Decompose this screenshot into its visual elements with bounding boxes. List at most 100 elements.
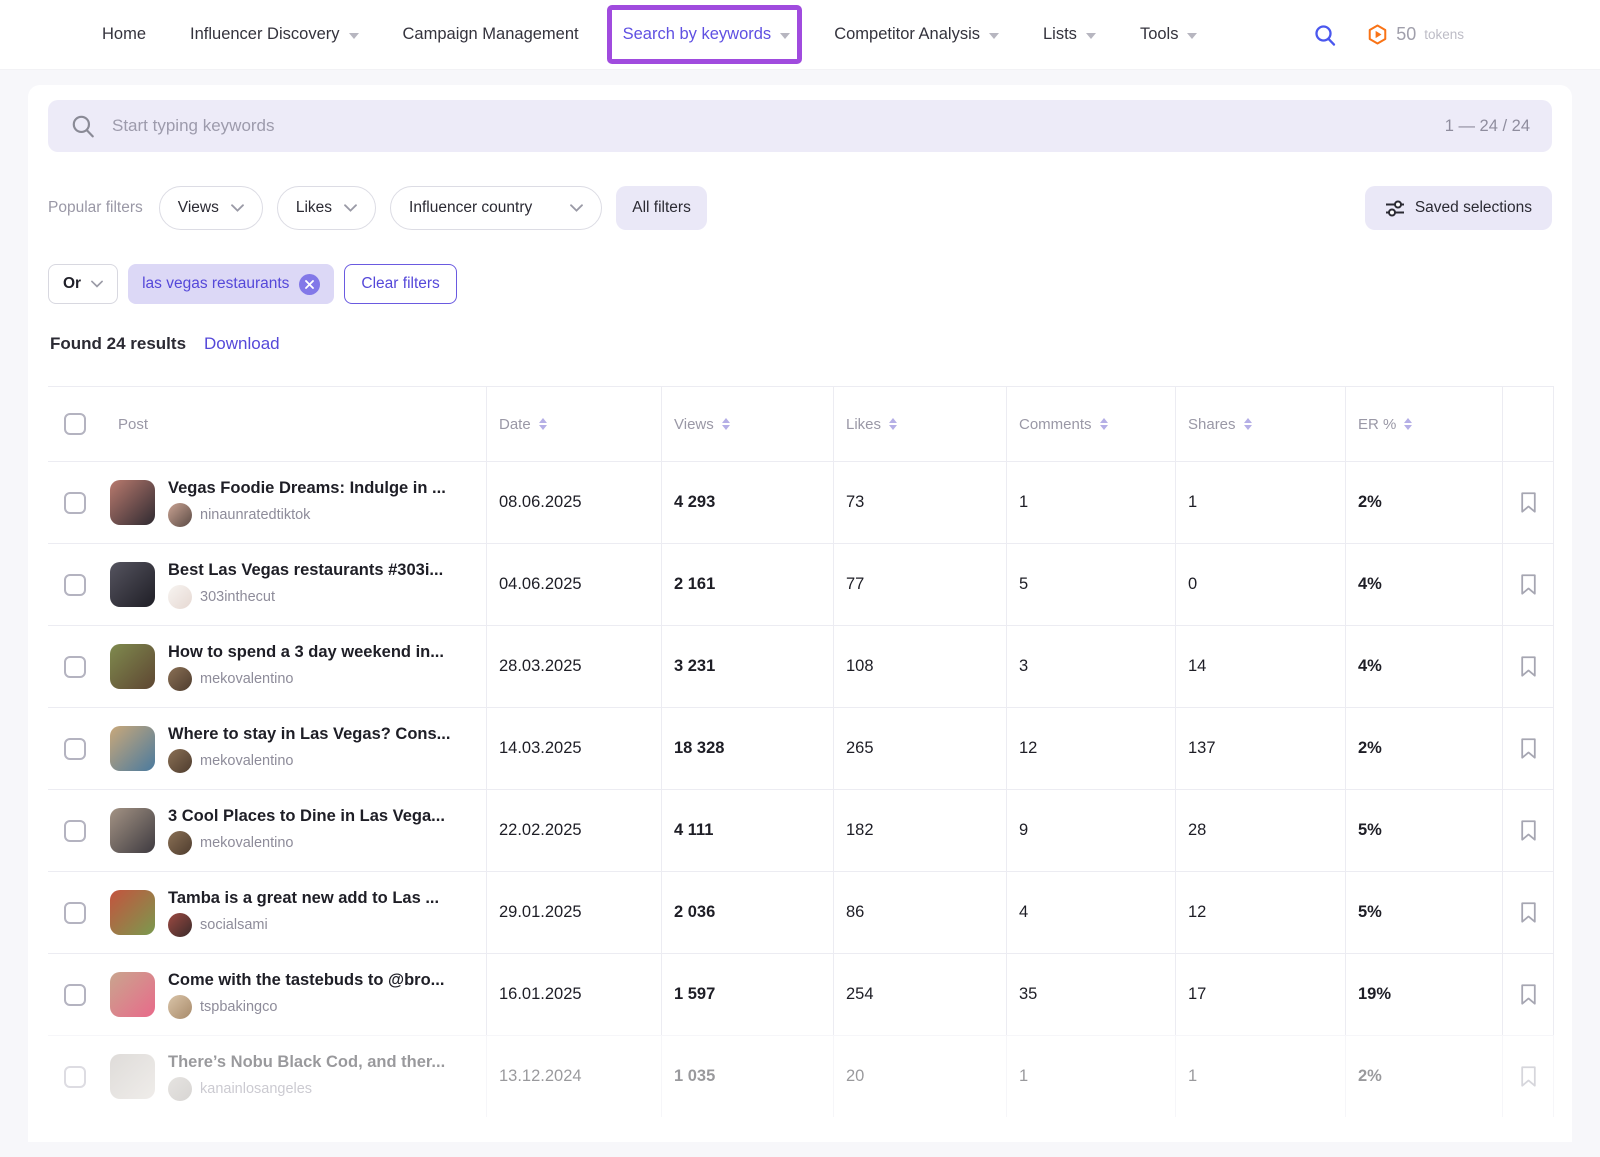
date-cell: 22.02.2025 bbox=[486, 790, 661, 871]
all-filters-button[interactable]: All filters bbox=[616, 186, 707, 230]
column-header-er[interactable]: ER % bbox=[1345, 387, 1502, 461]
keyword-search-input[interactable] bbox=[112, 116, 1429, 136]
row-checkbox[interactable] bbox=[64, 656, 86, 678]
row-checkbox[interactable] bbox=[64, 574, 86, 596]
table-row[interactable]: Where to stay in Las Vegas? Cons... mekov… bbox=[48, 707, 1554, 789]
post-title[interactable]: There’s Nobu Black Cod, and ther... bbox=[168, 1053, 445, 1072]
operator-dropdown[interactable]: Or bbox=[48, 264, 118, 304]
sort-icon[interactable] bbox=[1244, 418, 1252, 431]
row-checkbox[interactable] bbox=[64, 492, 86, 514]
post-author[interactable]: socialsami bbox=[168, 913, 439, 937]
post-author[interactable]: mekovalentino bbox=[168, 667, 444, 691]
post-author[interactable]: ninaunratedtiktok bbox=[168, 503, 446, 527]
post-author[interactable]: kanainlosangeles bbox=[168, 1077, 445, 1101]
post-thumbnail[interactable] bbox=[110, 562, 155, 607]
bookmark-icon[interactable] bbox=[1516, 570, 1541, 599]
nav-item-home[interactable]: Home bbox=[102, 25, 146, 44]
er-cell: 4% bbox=[1345, 626, 1502, 707]
post-thumbnail[interactable] bbox=[110, 890, 155, 935]
filter-likes-dropdown[interactable]: Likes bbox=[277, 186, 376, 230]
row-checkbox[interactable] bbox=[64, 820, 86, 842]
bookmark-icon[interactable] bbox=[1516, 734, 1541, 763]
table-row[interactable]: 3 Cool Places to Dine in Las Vega... meko… bbox=[48, 789, 1554, 871]
clear-filters-button[interactable]: Clear filters bbox=[344, 264, 456, 304]
keyword-chip[interactable]: las vegas restaurants bbox=[128, 264, 334, 304]
table-row[interactable]: How to spend a 3 day weekend in... mekova… bbox=[48, 625, 1554, 707]
search-icon[interactable] bbox=[1313, 23, 1337, 47]
tokens-balance[interactable]: 50 tokens bbox=[1367, 24, 1464, 45]
nav-item-competitor-analysis[interactable]: Competitor Analysis bbox=[834, 25, 999, 44]
row-checkbox[interactable] bbox=[64, 1066, 86, 1088]
bookmark-icon[interactable] bbox=[1516, 980, 1541, 1009]
column-header-views[interactable]: Views bbox=[661, 387, 833, 461]
post-thumbnail[interactable] bbox=[110, 726, 155, 771]
row-checkbox[interactable] bbox=[64, 738, 86, 760]
table-row[interactable]: Come with the tastebuds to @bro... tspbak… bbox=[48, 953, 1554, 1035]
post-cell: How to spend a 3 day weekend in... mekova… bbox=[48, 626, 486, 707]
post-author[interactable]: mekovalentino bbox=[168, 749, 450, 773]
bookmark-icon[interactable] bbox=[1516, 488, 1541, 517]
bookmark-icon[interactable] bbox=[1516, 652, 1541, 681]
column-header-comments[interactable]: Comments bbox=[1006, 387, 1175, 461]
sort-icon[interactable] bbox=[889, 418, 897, 431]
sort-icon[interactable] bbox=[1404, 418, 1412, 431]
nav-item-tools[interactable]: Tools bbox=[1140, 25, 1198, 44]
nav-item-label: Competitor Analysis bbox=[834, 25, 980, 44]
date-cell: 13.12.2024 bbox=[486, 1036, 661, 1117]
table-row[interactable]: Tamba is a great new add to Las ... socia… bbox=[48, 871, 1554, 953]
bookmark-icon[interactable] bbox=[1516, 1062, 1541, 1091]
download-link[interactable]: Download bbox=[204, 334, 280, 354]
filter-views-dropdown[interactable]: Views bbox=[159, 186, 263, 230]
likes-cell-value: 77 bbox=[846, 575, 864, 594]
table-row[interactable]: Vegas Foodie Dreams: Indulge in ... ninau… bbox=[48, 461, 1554, 543]
sliders-icon bbox=[1385, 200, 1405, 217]
views-cell-value: 4 293 bbox=[674, 493, 715, 512]
sort-icon[interactable] bbox=[539, 418, 547, 431]
column-header-shares[interactable]: Shares bbox=[1175, 387, 1345, 461]
post-thumbnail[interactable] bbox=[110, 644, 155, 689]
post-thumbnail[interactable] bbox=[110, 808, 155, 853]
post-title[interactable]: Come with the tastebuds to @bro... bbox=[168, 971, 444, 990]
bookmark-icon[interactable] bbox=[1516, 816, 1541, 845]
sort-icon[interactable] bbox=[722, 418, 730, 431]
filter-influencer-country-dropdown[interactable]: Influencer country bbox=[390, 186, 602, 230]
post-title[interactable]: 3 Cool Places to Dine in Las Vega... bbox=[168, 807, 445, 826]
remove-keyword-icon[interactable] bbox=[299, 274, 320, 295]
post-author[interactable]: 303inthecut bbox=[168, 585, 443, 609]
likes-cell-value: 254 bbox=[846, 985, 874, 1004]
shares-cell-value: 0 bbox=[1188, 575, 1197, 594]
nav-item-label: Campaign Management bbox=[403, 25, 579, 44]
post-thumbnail[interactable] bbox=[110, 972, 155, 1017]
column-header-likes[interactable]: Likes bbox=[833, 387, 1006, 461]
post-author[interactable]: tspbakingco bbox=[168, 995, 444, 1019]
post-title[interactable]: Best Las Vegas restaurants #303i... bbox=[168, 561, 443, 580]
sort-icon[interactable] bbox=[1100, 418, 1108, 431]
nav-item-search-by-keywords[interactable]: Search by keywords bbox=[623, 25, 791, 44]
post-thumbnail[interactable] bbox=[110, 1054, 155, 1099]
column-header-label: Shares bbox=[1188, 416, 1236, 433]
saved-selections-button[interactable]: Saved selections bbox=[1365, 186, 1552, 230]
post-thumbnail[interactable] bbox=[110, 480, 155, 525]
column-header-date[interactable]: Date bbox=[486, 387, 661, 461]
table-row[interactable]: Best Las Vegas restaurants #303i... 303in… bbox=[48, 543, 1554, 625]
column-header-label: ER % bbox=[1358, 416, 1396, 433]
select-all-checkbox[interactable] bbox=[64, 413, 86, 435]
nav-item-influencer-discovery[interactable]: Influencer Discovery bbox=[190, 25, 358, 44]
post-cell: Vegas Foodie Dreams: Indulge in ... ninau… bbox=[48, 462, 486, 543]
bookmark-icon[interactable] bbox=[1516, 898, 1541, 927]
popular-filters-row: Popular filters Views Likes Influencer c… bbox=[48, 186, 1552, 230]
post-title[interactable]: Vegas Foodie Dreams: Indulge in ... bbox=[168, 479, 446, 498]
nav-item-lists[interactable]: Lists bbox=[1043, 25, 1096, 44]
comments-cell-value: 1 bbox=[1019, 1067, 1028, 1086]
post-title[interactable]: How to spend a 3 day weekend in... bbox=[168, 643, 444, 662]
row-checkbox[interactable] bbox=[64, 902, 86, 924]
table-row[interactable]: There’s Nobu Black Cod, and ther... kanai… bbox=[48, 1035, 1554, 1117]
post-title[interactable]: Tamba is a great new add to Las ... bbox=[168, 889, 439, 908]
views-cell: 1 597 bbox=[661, 954, 833, 1035]
row-checkbox[interactable] bbox=[64, 984, 86, 1006]
post-title[interactable]: Where to stay in Las Vegas? Cons... bbox=[168, 725, 450, 744]
views-cell-value: 2 161 bbox=[674, 575, 715, 594]
post-info: Come with the tastebuds to @bro... tspbak… bbox=[168, 971, 444, 1019]
post-author[interactable]: mekovalentino bbox=[168, 831, 445, 855]
nav-item-campaign-management[interactable]: Campaign Management bbox=[403, 25, 579, 44]
